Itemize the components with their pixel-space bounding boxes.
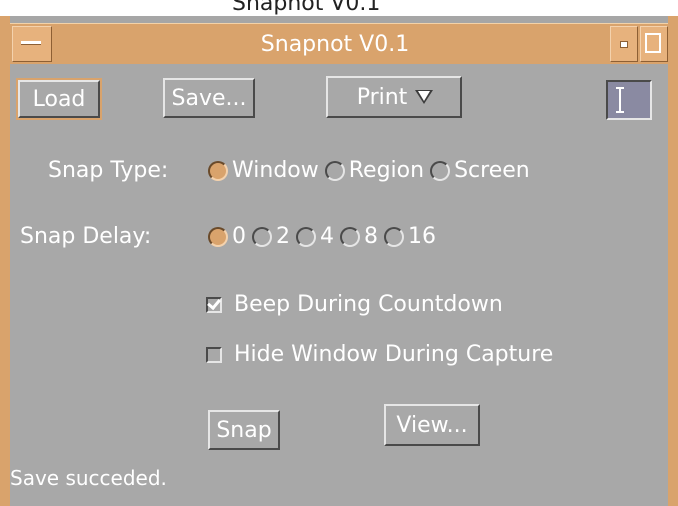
checkbox-unchecked-icon (206, 346, 222, 363)
window-menu-icon[interactable] (12, 26, 52, 62)
window-title: Snapnot V0.1 (260, 31, 410, 57)
radio-unselected-icon (340, 226, 360, 247)
print-menu-button[interactable]: Print (326, 76, 462, 118)
window-frame-right[interactable] (668, 16, 678, 506)
background-window-strip: Snapnot V0.1 (0, 0, 678, 16)
radio-unselected-icon (430, 160, 451, 181)
snap-button[interactable]: Snap (208, 410, 280, 450)
snapnot-window: Snapnot V0.1 Snapnot V0.1 Load Save... P… (0, 0, 678, 506)
snap-type-option-region[interactable]: Region (324, 158, 424, 183)
radio-unselected-icon (252, 226, 272, 247)
snap-delay-label: Snap Delay: (20, 224, 152, 249)
maximize-icon[interactable] (640, 26, 668, 62)
radio-unselected-icon (324, 160, 345, 181)
titlebar[interactable]: Snapnot V0.1 (10, 23, 668, 65)
snap-type-option-screen[interactable]: Screen (430, 158, 530, 183)
view-button[interactable]: View... (384, 404, 480, 446)
radio-unselected-icon (384, 226, 404, 247)
snap-delay-option-0[interactable]: 0 (208, 224, 246, 249)
snap-delay-option-8[interactable]: 8 (340, 224, 378, 249)
snap-type-radio-group: Window Region Screen (208, 158, 536, 183)
beep-checkbox[interactable]: Beep During Countdown (206, 292, 503, 317)
text-cursor-field[interactable] (606, 80, 652, 120)
print-label: Print (356, 84, 408, 110)
radio-selected-icon (208, 226, 228, 247)
snap-type-label: Snap Type: (48, 158, 169, 183)
background-window-title: Snapnot V0.1 (232, 0, 381, 16)
hide-window-checkbox[interactable]: Hide Window During Capture (206, 342, 553, 367)
snap-type-option-window[interactable]: Window (208, 158, 319, 183)
snap-delay-option-4[interactable]: 4 (296, 224, 334, 249)
ibeam-cursor-icon (616, 87, 624, 113)
main-panel: Load Save... Print Snap Type: Window Reg… (10, 64, 668, 506)
snap-delay-option-2[interactable]: 2 (252, 224, 290, 249)
status-message: Save succeded. (10, 466, 167, 490)
radio-unselected-icon (296, 226, 316, 247)
window-frame-left[interactable] (0, 16, 10, 506)
checkbox-checked-icon (206, 296, 222, 313)
minimize-icon[interactable] (610, 26, 638, 62)
radio-selected-icon (208, 160, 228, 181)
load-button[interactable]: Load (16, 78, 102, 120)
save-button[interactable]: Save... (163, 78, 255, 118)
snap-delay-radio-group: 0 2 4 8 16 (208, 224, 442, 249)
snap-delay-option-16[interactable]: 16 (384, 224, 436, 249)
dropdown-arrow-icon (415, 90, 434, 104)
